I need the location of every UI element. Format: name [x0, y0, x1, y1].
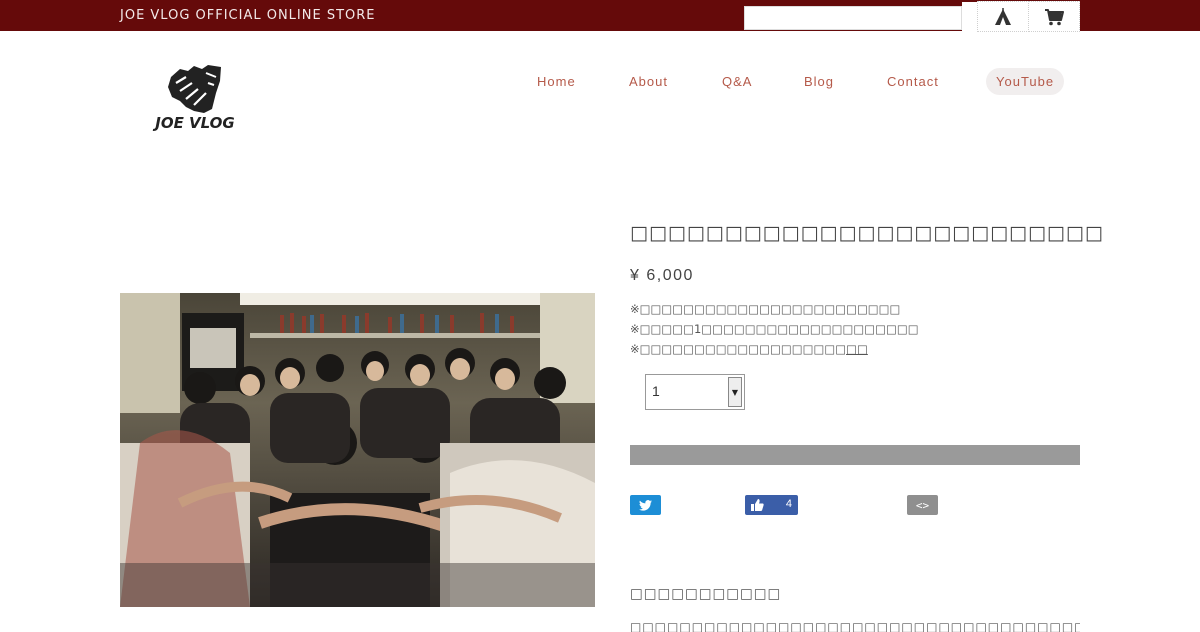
note-line: ※□□□□□□□□□□□□□□□□□□□□□□□□: [630, 302, 901, 316]
note-text: ※□□□□□□□□□□□□□□□□□□□: [630, 342, 847, 356]
cart-button[interactable]: [1028, 1, 1080, 32]
facebook-like-button[interactable]: 4: [745, 495, 798, 515]
product-price: ¥ 6,000: [630, 267, 694, 284]
embed-button[interactable]: <>: [907, 495, 938, 515]
thumbs-up-icon: [751, 499, 764, 511]
nav-about[interactable]: About: [629, 68, 668, 95]
store-name: JOE VLOG OFFICIAL ONLINE STORE: [120, 8, 376, 23]
nav-blog[interactable]: Blog: [804, 68, 834, 95]
cart-icon: [1045, 8, 1064, 25]
nav-contact[interactable]: Contact: [887, 68, 939, 95]
note-line: ※□□□□□□□□□□□□□□□□□□□□□: [630, 339, 919, 359]
dropdown-arrow-icon[interactable]: ▼: [728, 377, 742, 407]
like-count: 4: [785, 498, 792, 510]
twitter-share-button[interactable]: [630, 495, 661, 515]
note-line: ※□□□□□1□□□□□□□□□□□□□□□□□□□□: [630, 322, 919, 336]
logo-text: JOE VLOG: [155, 114, 235, 132]
product-title: □□□□□□□□□□□□□□□□□□□□□□□□□: [630, 222, 1104, 244]
description-heading: □□□□□□□□□□□: [630, 586, 782, 602]
search-input[interactable]: [744, 6, 962, 30]
nav-qa[interactable]: Q&A: [722, 68, 752, 95]
add-to-cart-button[interactable]: [630, 445, 1080, 465]
product-photo[interactable]: [120, 293, 595, 607]
search-gap: [962, 2, 977, 31]
note-link[interactable]: □□: [846, 342, 868, 356]
description-body: □□□□□□□□□□□□□□□□□□□□□□□□□□□□□□□□□□□□□□□□…: [630, 620, 1080, 632]
nav-home[interactable]: Home: [537, 68, 576, 95]
quantity-select[interactable]: 1 ▼: [645, 374, 745, 410]
tent-button[interactable]: [977, 1, 1029, 32]
quantity-value: 1: [652, 383, 660, 399]
tent-icon: [995, 7, 1011, 25]
group-photo-image: [120, 293, 595, 607]
product-notes: ※□□□□□□□□□□□□□□□□□□□□□□□□ ※□□□□□1□□□□□□□…: [630, 299, 919, 359]
twitter-icon: [639, 499, 652, 511]
main-nav: Home About Q&A Blog Contact YouTube: [0, 68, 1200, 95]
nav-youtube[interactable]: YouTube: [986, 68, 1065, 95]
top-bar: JOE VLOG OFFICIAL ONLINE STORE: [0, 0, 1200, 32]
